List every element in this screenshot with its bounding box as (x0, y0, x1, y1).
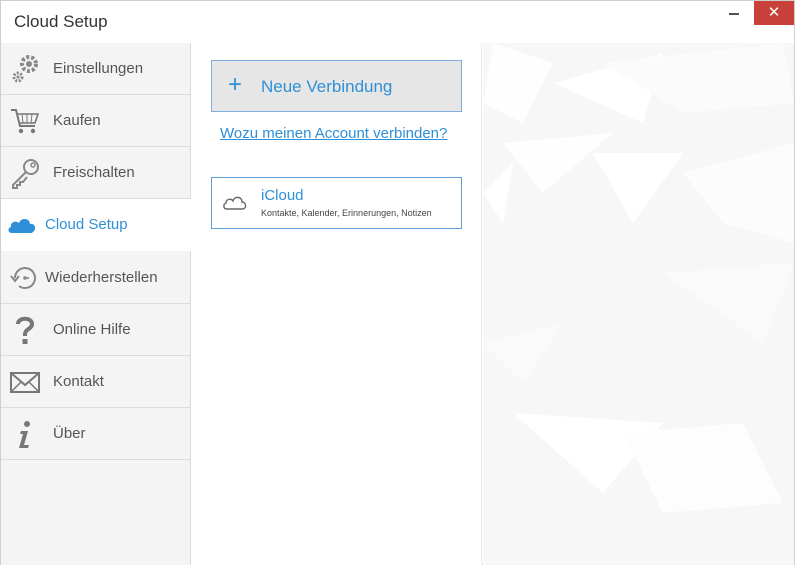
plus-icon: + (228, 71, 243, 98)
sidebar-item-kaufen[interactable]: Kaufen (1, 95, 190, 147)
title-bar[interactable]: Cloud Setup ✕ (1, 1, 794, 43)
sidebar-item-online-hilfe[interactable]: Online Hilfe (1, 304, 190, 356)
decorative-background (483, 43, 794, 513)
icloud-account-card[interactable]: iCloud Kontakte, Kalender, Erinnerungen,… (211, 177, 462, 229)
app-window: Cloud Setup ✕ Einstellungen Kaufen Freis… (0, 0, 795, 565)
background-panel (483, 43, 794, 565)
why-connect-link[interactable]: Wozu meinen Account verbinden? (220, 125, 447, 142)
sidebar-item-label: Über (53, 425, 86, 442)
sidebar-item-wiederherstellen[interactable]: Wiederherstellen (1, 252, 190, 304)
sidebar-item-label: Online Hilfe (53, 321, 131, 338)
sidebar-item-label: Cloud Setup (45, 216, 128, 233)
gear-icon (12, 55, 38, 83)
cloud-outline-icon (223, 196, 247, 210)
sidebar-item-label: Einstellungen (53, 60, 144, 77)
restore-icon (10, 267, 36, 289)
close-button[interactable]: ✕ (754, 1, 794, 25)
sidebar-item-einstellungen[interactable]: Einstellungen (1, 43, 190, 95)
account-name: iCloud (261, 187, 304, 204)
sidebar-item-ueber[interactable]: Über (1, 408, 190, 460)
sidebar-item-label: Wiederherstellen (45, 269, 158, 286)
cart-icon (11, 109, 40, 134)
new-connection-label: Neue Verbindung (261, 77, 393, 96)
sidebar-item-label: Freischalten (53, 164, 135, 181)
envelope-icon (10, 372, 40, 393)
window-title: Cloud Setup (14, 12, 108, 31)
cloud-icon (8, 218, 36, 233)
key-icon (12, 159, 39, 189)
account-description: Kontakte, Kalender, Erinnerungen, Notize… (261, 208, 432, 218)
sidebar-item-label: Kontakt (53, 373, 104, 390)
sidebar-item-cloud-setup[interactable]: Cloud Setup (1, 199, 191, 251)
minimize-button[interactable] (723, 1, 747, 25)
sidebar-item-freischalten[interactable]: Freischalten (1, 147, 190, 199)
new-connection-button[interactable]: + Neue Verbindung (211, 60, 462, 112)
minimize-icon (729, 13, 739, 15)
sidebar-item-label: Kaufen (53, 112, 101, 129)
info-icon (19, 421, 30, 448)
connections-panel: + Neue Verbindung Wozu meinen Account ve… (191, 43, 482, 565)
question-icon (16, 316, 35, 344)
sidebar: Einstellungen Kaufen Freischalten Cloud … (1, 43, 191, 565)
sidebar-item-kontakt[interactable]: Kontakt (1, 356, 190, 408)
